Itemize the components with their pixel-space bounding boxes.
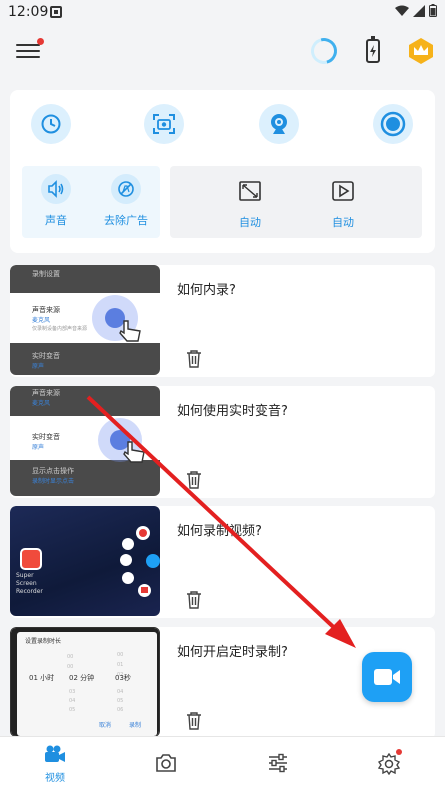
tutorial-thumbnail: 声音来源 麦克风 实时变音 原声 显示点击操作 录制时显示点击	[10, 386, 160, 496]
facecam-tool-button[interactable]	[259, 104, 299, 144]
tutorial-thumbnail: Super Screen Recorder	[10, 506, 160, 616]
sound-option[interactable]: 声音	[16, 174, 96, 228]
screen-record-status-icon	[50, 6, 62, 18]
settings-icon	[377, 752, 401, 776]
app-bar	[0, 26, 445, 82]
hand-pointer-icon	[119, 320, 141, 342]
wifi-icon	[395, 5, 409, 16]
sliders-icon	[269, 753, 287, 773]
delete-icon[interactable]	[186, 712, 202, 730]
remove-ads-option[interactable]: 去除广告	[86, 174, 166, 228]
auto-options-panel: 自动 自动	[170, 166, 422, 238]
hand-pointer-icon	[123, 441, 145, 463]
status-time: 12:09	[8, 4, 49, 20]
auto-crop-option[interactable]: 自动	[220, 180, 280, 230]
thumb-text: 原声	[32, 444, 45, 451]
sound-adblock-panel: 声音 去除广告	[22, 166, 160, 238]
nav-tab-photo[interactable]	[136, 753, 196, 777]
video-camera-icon	[374, 669, 400, 685]
no-ads-icon	[118, 181, 134, 197]
tutorial-thumbnail: 录制设置 声音来源 麦克风 仅录制设备内部声音来源 实时变音 原声	[10, 265, 160, 375]
menu-button[interactable]	[16, 38, 44, 64]
timer-tool-button[interactable]	[31, 104, 71, 144]
notification-dot	[37, 38, 44, 45]
play-icon	[332, 181, 354, 201]
battery-saver-icon[interactable]	[366, 36, 380, 63]
status-icons	[395, 4, 437, 17]
thumb-text: 麦克风	[32, 317, 51, 324]
record-fab-button[interactable]	[362, 652, 412, 702]
thumb-text: 01	[29, 674, 38, 682]
camera-icon	[156, 754, 176, 772]
thumb-text: 03	[115, 674, 124, 682]
settings-notification-dot	[396, 749, 402, 755]
thumb-text: Super Screen Recorder	[16, 572, 43, 595]
screenshot-icon	[153, 114, 175, 134]
tutorial-title: 如何使用实时变音?	[177, 404, 288, 419]
nav-tab-settings[interactable]	[359, 752, 419, 779]
app-logo	[20, 548, 42, 570]
bottom-nav: 视频	[0, 736, 445, 791]
tutorial-card-internal-audio[interactable]: 录制设置 声音来源 麦克风 仅录制设备内部声音来源 实时变音 原声 如何内录?	[10, 265, 435, 377]
nav-tab-video[interactable]: 视频	[25, 745, 85, 784]
vip-crown-icon[interactable]	[408, 37, 434, 65]
thumb-text: 麦克风	[32, 400, 51, 407]
webcam-icon	[271, 114, 287, 134]
sound-option-label: 声音	[45, 214, 67, 227]
thumb-text: 录制设置	[32, 270, 60, 278]
delete-icon[interactable]	[186, 471, 202, 489]
screenshot-tool-button[interactable]	[144, 104, 184, 144]
thumb-text: 原声	[32, 363, 45, 370]
tutorial-title: 如何开启定时录制?	[177, 645, 288, 660]
delete-icon[interactable]	[186, 350, 202, 368]
record-tool-button[interactable]	[373, 104, 413, 144]
status-bar: 12:09	[0, 0, 445, 26]
thumb-text: 02	[69, 674, 78, 682]
thumb-text: 录制	[129, 722, 142, 729]
auto-play-label: 自动	[332, 216, 354, 229]
thumb-text: 实时变音	[32, 352, 60, 360]
thumb-text: 仅录制设备内部声音来源	[32, 326, 88, 332]
auto-crop-label: 自动	[239, 216, 261, 229]
delete-icon[interactable]	[186, 591, 202, 609]
thumb-text: 分钟	[80, 674, 95, 682]
clock-icon	[41, 114, 61, 134]
tutorial-title: 如何录制视频?	[177, 524, 262, 539]
record-icon	[380, 111, 406, 137]
battery-status-icon	[429, 4, 437, 17]
tutorial-card-record-video[interactable]: Super Screen Recorder 如何录制视频?	[10, 506, 435, 618]
thumb-text: 小时	[40, 674, 55, 682]
thumb-text: 声音来源	[32, 306, 60, 314]
nav-tab-label: 视频	[45, 773, 65, 784]
thumb-text: 取消	[99, 722, 112, 729]
remove-ads-option-label: 去除广告	[104, 214, 148, 227]
loading-spinner-icon[interactable]	[306, 33, 342, 69]
tutorial-card-voice-changer[interactable]: 声音来源 麦克风 实时变音 原声 显示点击操作 录制时显示点击 如何使用实时变音…	[10, 386, 435, 498]
auto-play-option[interactable]: 自动	[313, 180, 373, 230]
tutorial-title: 如何内录?	[177, 283, 236, 298]
tools-card: 声音 去除广告 自动 自动	[10, 90, 435, 253]
thumb-text: 显示点击操作	[32, 467, 74, 475]
thumb-text: 秒	[123, 674, 131, 682]
crop-icon	[239, 181, 261, 201]
thumb-text: 录制时显示点击	[32, 478, 75, 485]
thumb-text: 实时变音	[32, 433, 60, 441]
video-camera-icon	[45, 745, 65, 762]
nav-tab-tools[interactable]	[248, 753, 308, 777]
signal-icon	[413, 4, 425, 17]
tutorial-thumbnail: 设置录制时长 00 00 00 01 02 01 小时 02 分钟 03秒 03 04 0…	[10, 627, 160, 737]
thumb-text: 声音来源	[32, 389, 60, 397]
thumb-text: 设置录制时长	[25, 638, 62, 645]
speaker-icon	[48, 180, 64, 198]
